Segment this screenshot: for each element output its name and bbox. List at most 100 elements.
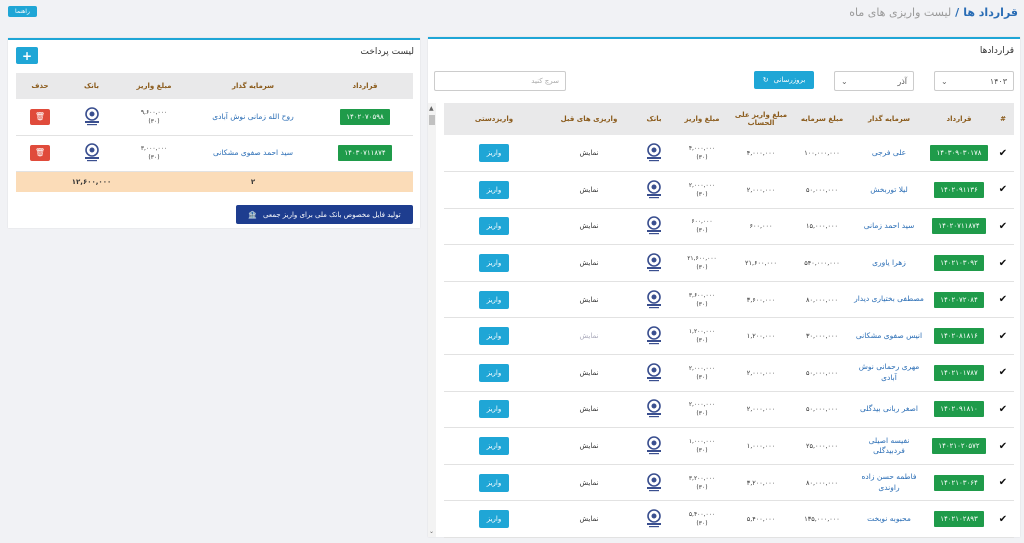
- row-checkbox[interactable]: ✔: [992, 317, 1014, 356]
- checkmark-icon[interactable]: ✔: [999, 148, 1007, 159]
- investor-name[interactable]: سید احمد صفوی مشکانی: [213, 148, 293, 157]
- show-previous-link[interactable]: نمایش: [579, 259, 598, 267]
- bank-cell: [634, 281, 674, 319]
- bank-melli-logo-icon: [643, 471, 665, 493]
- contract-number[interactable]: ۱۴۰۲۱۰۳۰۶۴: [934, 474, 984, 491]
- onaccount-amount: ۳,۶۰۰,۰۰۰: [746, 295, 776, 304]
- investor-name[interactable]: نفیسه اصیلی فردبیدگلی: [869, 436, 910, 456]
- show-previous-link[interactable]: نمایش: [579, 296, 598, 304]
- contract-number[interactable]: ۱۴۰۲۰۹۱۱۳۶: [934, 181, 984, 198]
- help-button[interactable]: راهنما: [8, 6, 37, 17]
- deposit-button[interactable]: واریز: [479, 437, 509, 456]
- checkmark-icon[interactable]: ✔: [999, 294, 1007, 305]
- row-checkbox[interactable]: ✔: [992, 281, 1014, 319]
- row-checkbox[interactable]: ✔: [992, 427, 1014, 465]
- onaccount-cell: ۳,۲۰۰,۰۰۰: [730, 464, 792, 502]
- row-checkbox[interactable]: ✔: [992, 208, 1014, 246]
- refresh-button[interactable]: بروزرسانی ↻: [754, 71, 814, 89]
- contract-number[interactable]: ۱۴۰۳۰۷۱۱۸۷۴: [338, 145, 392, 161]
- contracts-panel-title: قراردادها: [979, 46, 1014, 56]
- breadcrumb-root[interactable]: قرارداد ها: [963, 6, 1018, 19]
- trash-icon[interactable]: 🗑: [30, 108, 50, 125]
- investor-name[interactable]: فاطمه حسن زاده راوندی: [862, 472, 917, 492]
- deposit-button[interactable]: واریز: [479, 217, 509, 236]
- contract-number[interactable]: ۱۴۰۲۰۷۰۵۹۸: [340, 108, 390, 125]
- deposit-amount: ۳,۲۰۰,۰۰۰: [688, 474, 716, 482]
- row-checkbox[interactable]: ✔: [992, 135, 1014, 173]
- contract-number[interactable]: ۱۴۰۳۰۹۰۳۰۱۷۸: [930, 145, 988, 162]
- deposit-button[interactable]: واریز: [479, 363, 509, 382]
- bank-melli-logo-icon: [643, 141, 665, 163]
- deposit-amount: ۳,۰۰۰,۰۰۰: [140, 145, 168, 152]
- row-checkbox[interactable]: ✔: [992, 244, 1014, 282]
- show-previous-link[interactable]: نمایش: [579, 479, 598, 487]
- table-scrollbar[interactable]: ▲ ⌄: [428, 103, 436, 537]
- investor-name[interactable]: سید احمد زمانی: [864, 221, 915, 230]
- bank-cell: [634, 317, 674, 356]
- deposit-button[interactable]: واریز: [479, 510, 509, 529]
- show-previous-link[interactable]: نمایش: [579, 405, 598, 413]
- investor-name[interactable]: مهری رحمانی نوش آبادی: [859, 362, 920, 382]
- checkmark-icon[interactable]: ✔: [999, 258, 1007, 269]
- search-input[interactable]: [434, 71, 566, 91]
- investor-name[interactable]: اصغر ربانی بیدگلی: [860, 404, 918, 413]
- contract-number[interactable]: ۱۴۰۲۱۰۱۷۸۷: [934, 364, 984, 381]
- investor-name[interactable]: محبوبه نوبخت: [867, 514, 911, 523]
- deposit-button[interactable]: واریز: [479, 400, 509, 419]
- checkmark-icon[interactable]: ✔: [999, 441, 1007, 452]
- contract-number[interactable]: ۱۴۰۲۰۷۱۱۸۷۴: [932, 218, 986, 235]
- checkmark-icon[interactable]: ✔: [999, 404, 1007, 415]
- scrollbar-thumb[interactable]: [429, 115, 435, 125]
- investor-name[interactable]: مصطفی بختیاری دیدار: [854, 294, 924, 303]
- deposit-button[interactable]: واریز: [479, 473, 509, 492]
- deposit-button[interactable]: واریز: [479, 180, 509, 199]
- row-checkbox[interactable]: ✔: [992, 171, 1014, 209]
- row-checkbox[interactable]: ✔: [992, 391, 1014, 429]
- contract-number[interactable]: ۱۴۰۲۰۸۱۸۱۶: [934, 328, 984, 345]
- previous-deposits-cell: نمایش: [544, 281, 634, 319]
- checkmark-icon[interactable]: ✔: [999, 221, 1007, 232]
- investor-name[interactable]: لیلا توربخش: [870, 185, 907, 194]
- scroll-down-icon[interactable]: ⌄: [429, 528, 434, 535]
- row-checkbox[interactable]: ✔: [992, 464, 1014, 502]
- contract-number[interactable]: ۱۴۰۲۰۹۱۸۱۰: [934, 401, 984, 418]
- show-previous-link[interactable]: نمایش: [579, 515, 598, 523]
- checkmark-icon[interactable]: ✔: [999, 367, 1007, 378]
- show-previous-link[interactable]: نمایش: [579, 369, 598, 377]
- deposit-button[interactable]: واریز: [479, 144, 509, 163]
- payments-total-amount: ۱۲,۶۰۰,۰۰۰: [64, 171, 119, 192]
- month-select[interactable]: آذر ⌄: [834, 71, 914, 91]
- row-checkbox[interactable]: ✔: [992, 354, 1014, 392]
- deposit-button[interactable]: واریز: [479, 254, 509, 273]
- contract-number[interactable]: ۱۴۰۲۱۰۲۰۵۷۲: [932, 438, 986, 455]
- breadcrumb: قرارداد ها / لیست واریزی های ماه: [849, 6, 1018, 19]
- deposit-button[interactable]: واریز: [479, 327, 509, 346]
- checkmark-icon[interactable]: ✔: [999, 514, 1007, 525]
- row-checkbox[interactable]: ✔: [992, 500, 1014, 539]
- contract-number[interactable]: ۱۴۰۲۰۷۲۰۸۴: [934, 291, 984, 308]
- capital-amount: ۳۰,۰۰۰,۰۰۰: [805, 332, 839, 341]
- show-previous-link[interactable]: نمایش: [579, 332, 598, 340]
- investor-name[interactable]: روح الله زمانی نوش آبادی: [212, 112, 294, 121]
- trash-icon[interactable]: 🗑: [30, 145, 50, 161]
- year-select[interactable]: ۱۴۰۳ ⌄: [934, 71, 1014, 91]
- deposit-button[interactable]: واریز: [479, 290, 509, 309]
- checkmark-icon[interactable]: ✔: [999, 184, 1007, 195]
- investor-name[interactable]: انیس صفوی مشکانی: [856, 331, 922, 340]
- pay-header-contract: قرارداد: [317, 73, 413, 99]
- show-previous-link[interactable]: نمایش: [579, 186, 598, 194]
- contract-number[interactable]: ۱۴۰۲۱۰۲۸۹۳: [934, 511, 984, 528]
- contract-number[interactable]: ۱۴۰۲۱۰۳۰۹۲: [934, 255, 984, 272]
- deposit-days: (۳۰): [696, 300, 708, 308]
- payments-total-count: ۲: [189, 171, 317, 192]
- show-previous-link[interactable]: نمایش: [579, 149, 598, 157]
- checkmark-icon[interactable]: ✔: [999, 331, 1007, 342]
- scroll-up-icon[interactable]: ▲: [429, 105, 434, 112]
- generate-bank-file-button[interactable]: تولید فایل مخصوص بانک ملی برای واریز جمع…: [236, 205, 413, 224]
- show-previous-link[interactable]: نمایش: [579, 222, 598, 230]
- investor-name[interactable]: علی فرجی: [872, 148, 906, 157]
- checkmark-icon[interactable]: ✔: [999, 477, 1007, 488]
- show-previous-link[interactable]: نمایش: [579, 442, 598, 450]
- add-payment-button[interactable]: +: [16, 47, 38, 64]
- investor-name[interactable]: زهرا یاوری: [872, 258, 906, 267]
